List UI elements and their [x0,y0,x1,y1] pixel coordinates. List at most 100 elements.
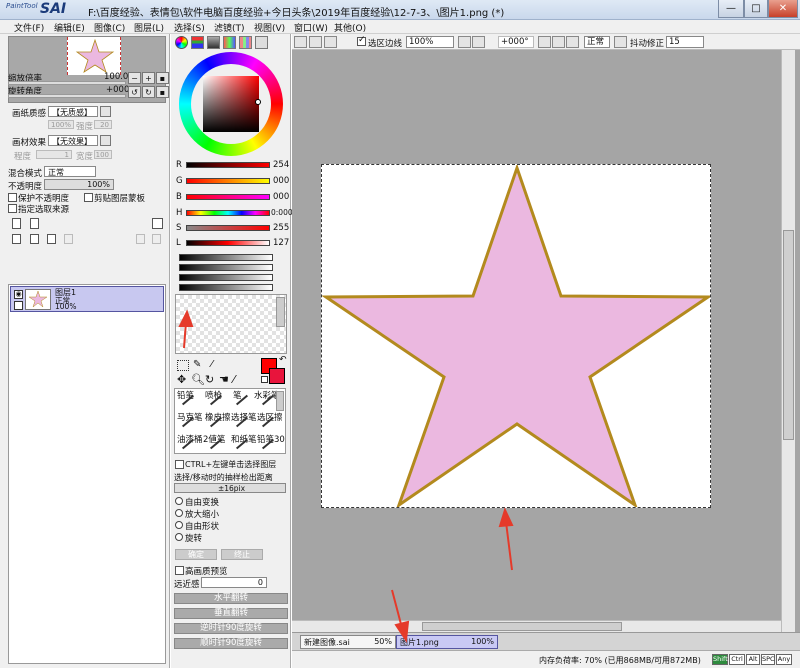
clear-layer-icon[interactable] [152,234,161,244]
zoom-reset-button[interactable]: ▪ [156,72,169,84]
hsv-slider-tab-icon[interactable] [207,36,220,49]
magic-wand-icon[interactable]: ⁄ [211,359,213,370]
b-slider[interactable] [186,194,270,200]
reset-rotation-button[interactable] [566,36,579,48]
swatch-scrollbar[interactable] [276,297,285,327]
menu-filter[interactable]: 滤镜(T) [214,21,245,34]
flip-horizontal-button[interactable]: 水平翻转 [174,593,288,604]
maximize-button[interactable]: □ [744,0,768,18]
swap-colors-icon[interactable]: ↶ [279,355,287,365]
menu-select[interactable]: 选择(S) [174,21,205,34]
secondary-color-swatch[interactable] [269,368,285,384]
rotate-reset-button[interactable]: ▪ [156,86,169,98]
new-layer-icon[interactable] [12,218,21,229]
gray-bar-2[interactable] [179,264,273,271]
copy-layer-icon[interactable] [30,234,39,244]
vertical-scroll-thumb[interactable] [783,230,794,440]
layer-item[interactable]: ◉ 图层1 正常 100% [10,286,164,312]
view-mode-select[interactable]: 正常 [584,36,610,48]
rotate-ccw-button[interactable]: 逆时针90度旋转 [174,623,288,634]
move-icon[interactable]: ✥ [177,373,186,386]
horizontal-scrollbar[interactable] [292,620,781,632]
opacity-slider[interactable]: 100% [44,179,114,190]
new-folder-icon[interactable] [12,234,21,244]
paper-effect-toggle[interactable] [100,135,111,146]
clip-mask-checkbox[interactable] [84,193,93,202]
gray-bar-1[interactable] [179,254,273,261]
rotate-right-button[interactable]: ↻ [142,86,155,98]
lock-icon[interactable] [14,301,23,310]
stabilizer-select[interactable]: 15 [666,36,704,48]
h-slider[interactable] [186,210,270,216]
close-button[interactable]: ✕ [768,0,798,18]
menu-edit[interactable]: 编辑(E) [54,21,85,34]
cancel-button[interactable]: 终止 [221,549,263,560]
deselect-button[interactable] [294,36,307,48]
vertical-scrollbar[interactable] [781,50,795,632]
color-picker-handle[interactable] [255,99,261,105]
paper-texture-scale[interactable]: 100% [48,120,74,129]
layer-panel-menu-icon[interactable] [152,218,163,229]
zoom-out-button[interactable]: − [128,72,141,84]
angle-select[interactable]: +000° [498,36,534,48]
zoom-in-button-2[interactable] [472,36,485,48]
g-slider[interactable] [186,178,270,184]
rgb-slider-tab-icon[interactable] [191,36,204,49]
ctrl-click-layer-checkbox[interactable] [175,460,184,469]
effect-width-value[interactable]: 100 [94,150,112,159]
horizontal-scroll-thumb[interactable] [422,622,622,631]
ok-button[interactable]: 确定 [175,549,217,560]
hand-icon[interactable]: ☚ [219,373,229,386]
rotate-ccw-view-button[interactable] [538,36,551,48]
selection-source-checkbox[interactable] [8,204,17,213]
paper-texture-select[interactable]: 【无质感】 [48,106,98,117]
zoom-icon[interactable]: 🔍︎ [191,373,205,386]
menu-window[interactable]: 窗口(W) [294,21,328,34]
rotate-radio[interactable] [175,533,183,541]
layer-mask-icon[interactable] [47,234,56,244]
r-slider[interactable] [186,162,270,168]
s-slider[interactable] [186,225,270,231]
select-edge-checkbox[interactable]: ✓ [357,35,366,46]
new-linework-layer-icon[interactable] [30,218,39,229]
paper-strength-value[interactable]: 20 [94,120,112,129]
reset-colors-icon[interactable] [261,376,268,383]
tool-grid-scrollbar[interactable] [276,391,284,411]
merge-down-icon[interactable] [136,234,145,244]
free-shape-radio[interactable] [175,521,183,529]
zoom-out-button-2[interactable] [458,36,471,48]
eyedropper-icon[interactable]: ⁄ [233,373,235,386]
drawing-canvas[interactable] [321,163,713,509]
protect-opacity-checkbox[interactable] [8,193,17,202]
move-distance-slider[interactable]: ±16pix [174,483,286,493]
zoom-select[interactable]: 100% [406,36,454,48]
zoom-in-button[interactable]: + [142,72,155,84]
paper-texture-toggle[interactable] [100,106,111,117]
rotate-slider[interactable] [8,94,126,98]
color-wheel-tab-icon[interactable] [175,36,188,49]
swatch-tab-icon[interactable] [239,36,252,49]
free-transform-radio[interactable] [175,497,183,505]
blend-mode-select[interactable]: 正常 [44,166,96,177]
saturation-value-square[interactable] [203,76,259,132]
lasso-icon[interactable]: ✎ [193,359,201,370]
rotate-cw-button[interactable]: 顺时针90度旋转 [174,638,288,649]
hq-preview-checkbox[interactable] [175,566,184,575]
rotate-icon[interactable]: ↻ [205,373,214,386]
mode-toggle-button[interactable] [614,36,627,48]
show-selection-button[interactable] [324,36,337,48]
tab-new-image[interactable]: 新建图像.sai 50% [300,635,396,649]
swatch-palette[interactable] [175,294,287,354]
effect-level-value[interactable]: 1 [36,150,72,159]
menu-view[interactable]: 视图(V) [254,21,285,34]
delete-layer-icon[interactable] [64,234,73,244]
menu-file[interactable]: 文件(F) [14,21,44,34]
scratchpad-tab-icon[interactable] [255,36,268,49]
paper-effect-select[interactable]: 【无效果】 [48,135,98,146]
rect-select-icon[interactable] [177,360,189,371]
gray-bar-3[interactable] [179,274,273,281]
scale-radio[interactable] [175,509,183,517]
minimize-button[interactable]: — [718,0,744,18]
hue-ring[interactable] [179,52,283,156]
l-slider[interactable] [186,240,270,246]
